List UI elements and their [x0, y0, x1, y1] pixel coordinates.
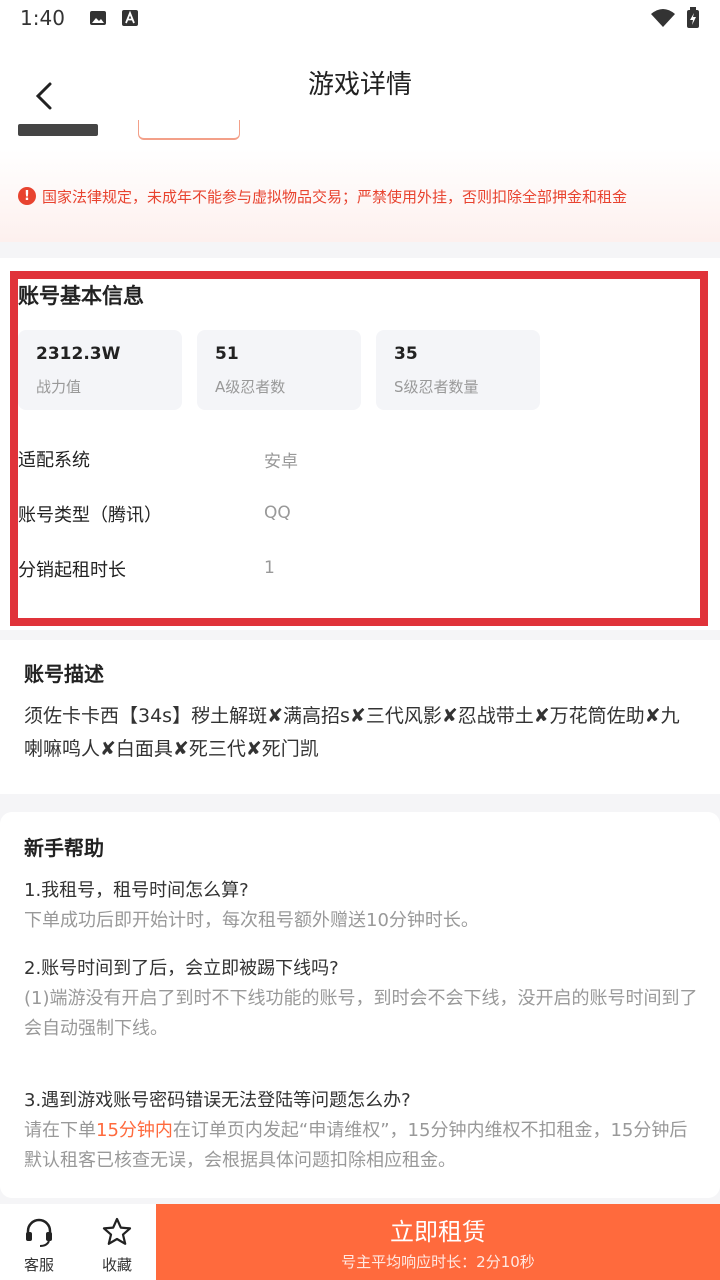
faq-answer: (1)端游没有开启了到时不下线功能的账号，到时会不会下线，没开启的账号时间到了会…	[24, 988, 698, 1039]
stat-label: S级忍者数量	[394, 378, 479, 396]
stat-label: 战力值	[36, 378, 82, 396]
stat-s-ninjas: 35 S级忍者数量	[376, 330, 540, 410]
legal-notice: ! 国家法律规定，未成年不能参与虚拟物品交易；严禁使用外挂，否则扣除全部押金和租…	[0, 150, 720, 242]
favorite-label: 收藏	[101, 1256, 132, 1274]
faq-answer: 请在下单15分钟内在订单页内发起“申请维权”，15分钟内维权不扣租金，15分钟后…	[24, 1116, 700, 1176]
section-title: 账号描述	[24, 662, 104, 686]
cut-off-text	[18, 124, 98, 136]
rent-now-button[interactable]: 立即租赁 号主平均响应时长：2分10秒	[156, 1204, 720, 1280]
font-icon	[121, 10, 138, 26]
bottom-action-bar: 客服 收藏 立即租赁 号主平均响应时长：2分10秒	[0, 1204, 720, 1280]
favorite-button[interactable]: 收藏	[78, 1204, 156, 1280]
row-value-min-rent: 1	[264, 558, 275, 578]
stat-value: 51	[215, 344, 239, 364]
battery-charging-icon	[687, 7, 699, 28]
faq-answer-part: 请在下单	[24, 1120, 96, 1141]
headset-icon	[26, 1218, 52, 1247]
wifi-icon	[651, 9, 675, 27]
nav-bar: 游戏详情	[0, 36, 720, 128]
account-description-card: 账号描述 须佐卡卡西【34s】秽土解斑✘满高招s✘三代风影✘忍战带土✘万花筒佐助…	[0, 640, 720, 794]
stat-power: 2312.3W 战力值	[18, 330, 182, 410]
stat-a-ninjas: 51 A级忍者数	[197, 330, 361, 410]
back-arrow-icon[interactable]	[30, 76, 60, 116]
beginner-help-card: 新手帮助 1.我租号，租号时间怎么算? 下单成功后即开始计时，每次租号额外赠送1…	[0, 812, 720, 1198]
description-text: 须佐卡卡西【34s】秽土解斑✘满高招s✘三代风影✘忍战带土✘万花筒佐助✘九喇嘛鸣…	[24, 705, 680, 760]
faq-item: 2.账号时间到了后，会立即被踢下线吗? (1)端游没有开启了到时不下线功能的账号…	[24, 954, 700, 1044]
faq-question: 2.账号时间到了后，会立即被踢下线吗?	[24, 958, 339, 979]
stat-value: 35	[394, 344, 418, 364]
row-label-min-rent: 分销起租时长	[18, 560, 126, 581]
faq-answer: 下单成功后即开始计时，每次租号额外赠送10分钟时长。	[24, 910, 479, 931]
row-value-system: 安卓	[264, 452, 298, 472]
faq-item: 3.遇到游戏账号密码错误无法登陆等问题怎么办? 请在下单15分钟内在订单页内发起…	[24, 1086, 700, 1176]
faq-question: 3.遇到游戏账号密码错误无法登陆等问题怎么办?	[24, 1090, 411, 1111]
response-time-text: 号主平均响应时长：2分10秒	[341, 1253, 535, 1271]
star-icon	[102, 1217, 132, 1245]
stat-value: 2312.3W	[36, 344, 121, 364]
faq-question: 1.我租号，租号时间怎么算?	[24, 880, 249, 901]
warning-icon: !	[18, 187, 36, 205]
stat-label: A级忍者数	[215, 378, 286, 396]
account-basic-info-card: 账号基本信息 2312.3W 战力值 51 A级忍者数 35 S级忍者数量 适配…	[0, 258, 720, 630]
status-bar: 1:40	[0, 0, 720, 36]
faq-answer-highlight: 15分钟内	[96, 1120, 173, 1141]
image-icon	[89, 11, 106, 25]
notice-text: 国家法律规定，未成年不能参与虚拟物品交易；严禁使用外挂，否则扣除全部押金和租金	[42, 187, 628, 206]
section-title: 新手帮助	[24, 836, 104, 860]
customer-service-label: 客服	[23, 1256, 54, 1274]
row-label-account-type: 账号类型（腾讯）	[18, 505, 162, 526]
row-value-account-type: QQ	[264, 503, 291, 523]
scrolled-content-fragment	[0, 120, 720, 150]
status-time: 1:40	[20, 6, 65, 30]
page-title: 游戏详情	[307, 69, 412, 100]
row-label-system: 适配系统	[18, 450, 90, 471]
rent-now-label: 立即租赁	[390, 1218, 486, 1246]
section-title: 账号基本信息	[18, 284, 144, 308]
faq-item: 1.我租号，租号时间怎么算? 下单成功后即开始计时，每次租号额外赠送10分钟时长…	[24, 876, 700, 936]
customer-service-button[interactable]: 客服	[0, 1204, 78, 1280]
cut-off-tag	[138, 120, 240, 140]
